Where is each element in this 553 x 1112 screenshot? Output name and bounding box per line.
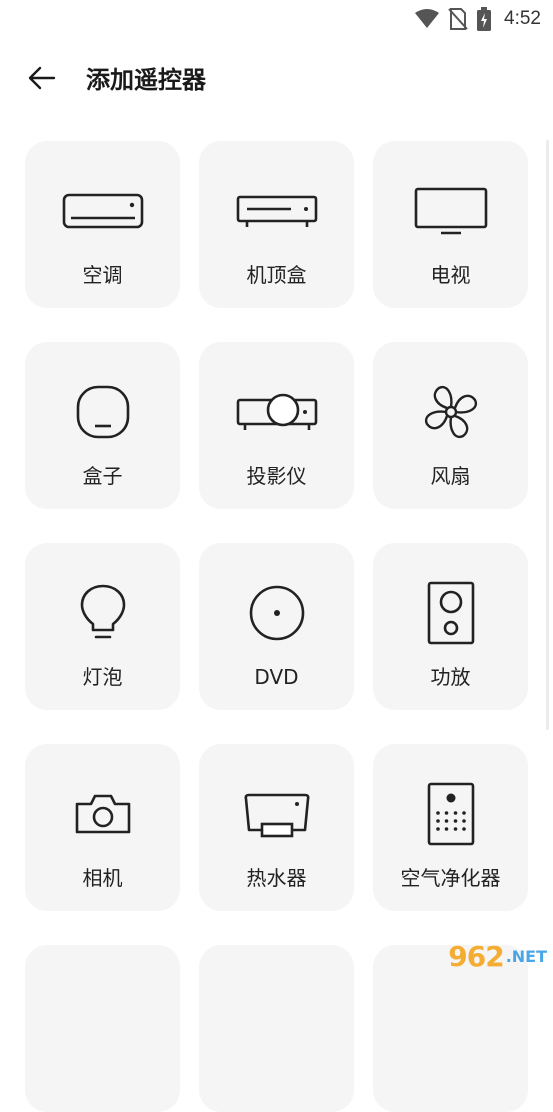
device-label: 风扇 [430,464,471,488]
device-label: 空气净化器 [400,866,501,890]
device-card-dvd[interactable]: DVD [199,543,354,710]
device-label: 空调 [82,263,123,287]
device-label: 灯泡 [82,665,123,689]
no-sim-icon [448,7,468,31]
watermark-sub: .NET [505,946,547,966]
air-purifier-icon [373,782,528,846]
device-label: 相机 [82,866,123,890]
tv-icon [373,183,528,239]
device-label: 投影仪 [246,464,307,488]
device-card-set-top-box[interactable]: 机顶盒 [199,141,354,308]
device-label: DVD [254,665,299,689]
projector-icon [199,384,354,440]
page-title: 添加遥控器 [86,66,206,94]
wifi-icon [414,8,440,30]
device-card-light-bulb[interactable]: 灯泡 [25,543,180,710]
status-bar: 4:52 [0,0,553,38]
set-top-box-icon [199,183,354,239]
device-label: 电视 [430,263,471,287]
camera-icon [25,786,180,842]
watermark-main: 962 [448,939,504,973]
device-card-amplifier[interactable]: 功放 [373,543,528,710]
back-button[interactable] [20,60,64,100]
water-heater-icon [199,786,354,842]
status-icons: 4:52 [414,6,541,32]
device-card-media-box[interactable]: 盒子 [25,342,180,509]
media-box-icon [25,384,180,440]
device-card-projector[interactable]: 投影仪 [199,342,354,509]
device-label: 盒子 [82,464,123,488]
device-card-tv[interactable]: 电视 [373,141,528,308]
device-card-fan[interactable]: 风扇 [373,342,528,509]
dvd-icon [199,585,354,641]
device-label: 机顶盒 [246,263,307,287]
scrollbar[interactable] [546,140,549,730]
air-conditioner-icon [25,183,180,239]
device-label: 功放 [430,665,471,689]
device-card-water-heater[interactable]: 热水器 [199,744,354,911]
amplifier-speaker-icon [373,581,528,645]
device-card-partial[interactable] [25,945,180,1112]
device-card-air-purifier[interactable]: 空气净化器 [373,744,528,911]
watermark-logo: 962 .NET [411,933,547,979]
status-time: 4:52 [504,8,541,29]
device-card-air-conditioner[interactable]: 空调 [25,141,180,308]
battery-charging-icon [476,7,492,31]
app-header: 添加遥控器 [0,52,553,108]
light-bulb-icon [25,584,180,641]
device-card-camera[interactable]: 相机 [25,744,180,911]
arrow-left-icon [28,66,56,94]
device-label: 热水器 [246,866,307,890]
fan-icon [373,384,528,440]
device-card-partial[interactable] [199,945,354,1112]
